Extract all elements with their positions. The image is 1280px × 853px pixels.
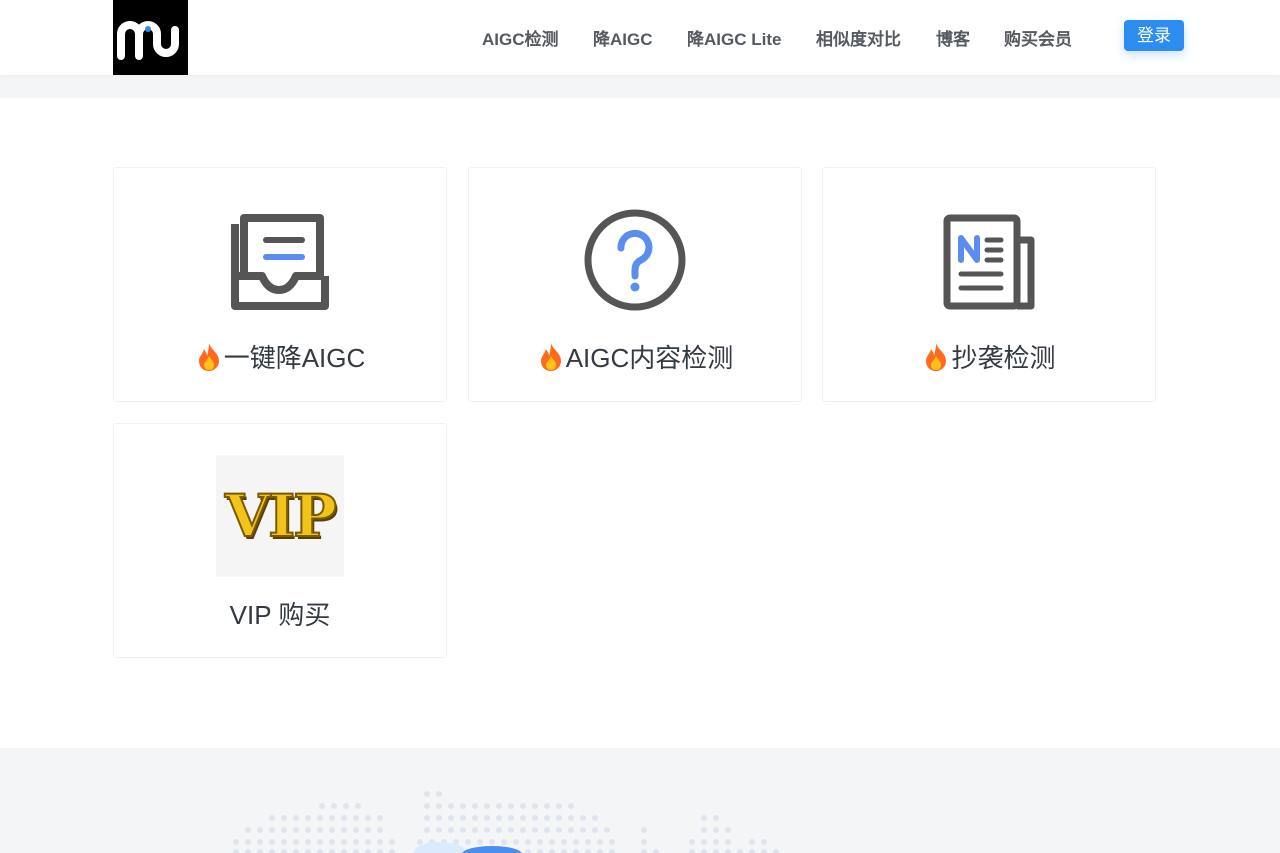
header-divider-strip (0, 75, 1280, 98)
top-header: AIGC检测 降AIGC 降AIGC Lite 相似度对比 博客 购买会员 登录 (0, 0, 1280, 75)
main-nav: AIGC检测 降AIGC 降AIGC Lite 相似度对比 博客 购买会员 (0, 0, 1280, 75)
card-label: 抄袭检测 (951, 343, 1056, 373)
nav-buy-membership[interactable]: 购买会员 (1004, 25, 1072, 50)
card-aigc-content-detect[interactable]: AIGC内容检测 (468, 167, 802, 402)
nav-reduce-aigc[interactable]: 降AIGC (593, 25, 653, 50)
world-map-dots-decoration (233, 791, 779, 853)
inbox-document-icon (231, 214, 329, 310)
nav-reduce-aigc-lite[interactable]: 降AIGC Lite (687, 25, 781, 50)
nav-similarity-compare[interactable]: 相似度对比 (816, 25, 901, 50)
vip-badge-text: VIP (224, 482, 338, 550)
fire-icon (926, 342, 947, 371)
card-vip-purchase[interactable]: VIP VIP 购买 (113, 423, 447, 658)
card-label: VIP 购买 (229, 600, 331, 630)
login-button[interactable]: 登录 (1124, 20, 1184, 51)
fire-icon (540, 342, 561, 371)
card-label: 一键降AIGC (223, 343, 366, 373)
card-label: AIGC内容检测 (565, 343, 734, 373)
vip-badge-image: VIP (216, 455, 344, 577)
nav-blog[interactable]: 博客 (936, 25, 970, 50)
question-circle-icon (584, 209, 686, 311)
newspaper-icon (943, 214, 1035, 310)
card-plagiarism-detect[interactable]: 抄袭检测 (822, 167, 1156, 402)
fire-icon (198, 342, 219, 371)
nav-aigc-detect[interactable]: AIGC检测 (482, 25, 559, 50)
card-reduce-aigc[interactable]: 一键降AIGC (113, 167, 447, 402)
footer-section (0, 748, 1280, 853)
